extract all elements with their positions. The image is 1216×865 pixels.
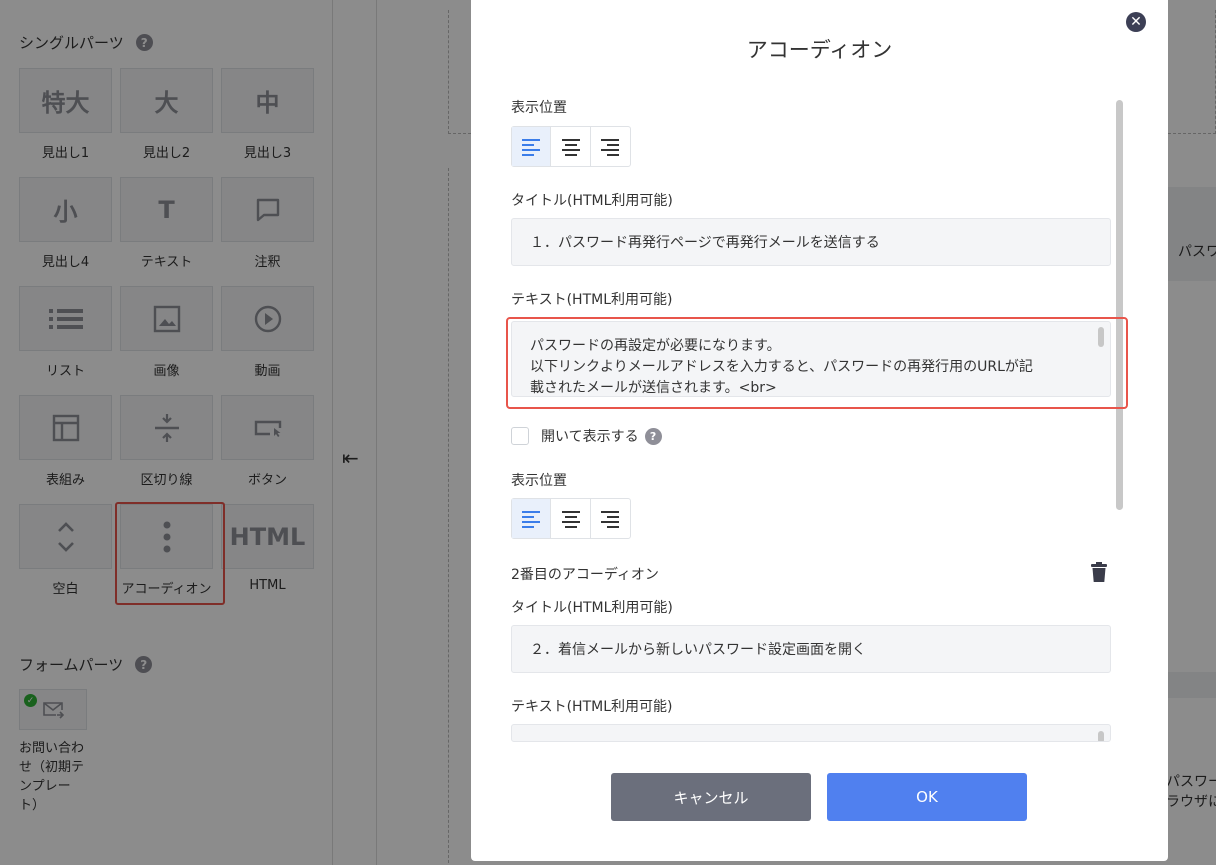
title-label: タイトル(HTML利用可能): [511, 193, 673, 209]
align-left-icon: [522, 138, 541, 156]
dialog-title: アコーディオン: [746, 38, 893, 62]
text-label: テキスト(HTML利用可能): [511, 699, 673, 715]
textarea-scrollbar[interactable]: [1098, 731, 1104, 741]
text-textarea[interactable]: [511, 724, 1111, 742]
help-icon[interactable]: ?: [644, 427, 662, 445]
close-icon[interactable]: ✕: [1126, 12, 1146, 32]
align-center-icon: [561, 510, 580, 528]
align-left-button[interactable]: [512, 127, 552, 166]
open-display-label: 開いて表示する: [541, 429, 639, 445]
align-right-icon: [601, 138, 620, 156]
delete-accordion-button[interactable]: [1091, 562, 1107, 586]
alignment-group: [511, 498, 631, 539]
align-right-button[interactable]: [591, 127, 630, 166]
trash-icon: [1091, 562, 1107, 582]
dialog-scrollbar[interactable]: [1116, 100, 1123, 510]
open-display-row: 開いて表示する ?: [511, 426, 662, 446]
open-display-checkbox[interactable]: [511, 427, 529, 445]
textarea-highlight-frame: [506, 317, 1128, 409]
cancel-button[interactable]: キャンセル: [611, 773, 811, 821]
ok-button[interactable]: OK: [827, 773, 1027, 821]
position-label: 表示位置: [511, 100, 567, 116]
align-right-button[interactable]: [591, 499, 630, 538]
accordion-dialog: アコーディオン ✕ 表示位置 タイトル(HTML利用可能) １．パスワード再発行…: [471, 0, 1168, 861]
text-label: テキスト(HTML利用可能): [511, 292, 673, 308]
align-right-icon: [601, 510, 620, 528]
align-center-button[interactable]: [551, 127, 591, 166]
title-input[interactable]: １．パスワード再発行ページで再発行メールを送信する: [511, 218, 1111, 266]
align-left-button[interactable]: [512, 499, 552, 538]
position-label: 表示位置: [511, 473, 567, 489]
align-center-icon: [561, 138, 580, 156]
title-input[interactable]: ２．着信メールから新しいパスワード設定画面を開く: [511, 625, 1111, 673]
second-accordion-label: 2番目のアコーディオン: [511, 567, 659, 583]
align-center-button[interactable]: [551, 499, 591, 538]
title-label: タイトル(HTML利用可能): [511, 600, 673, 616]
align-left-icon: [522, 510, 541, 528]
alignment-group: [511, 126, 631, 167]
